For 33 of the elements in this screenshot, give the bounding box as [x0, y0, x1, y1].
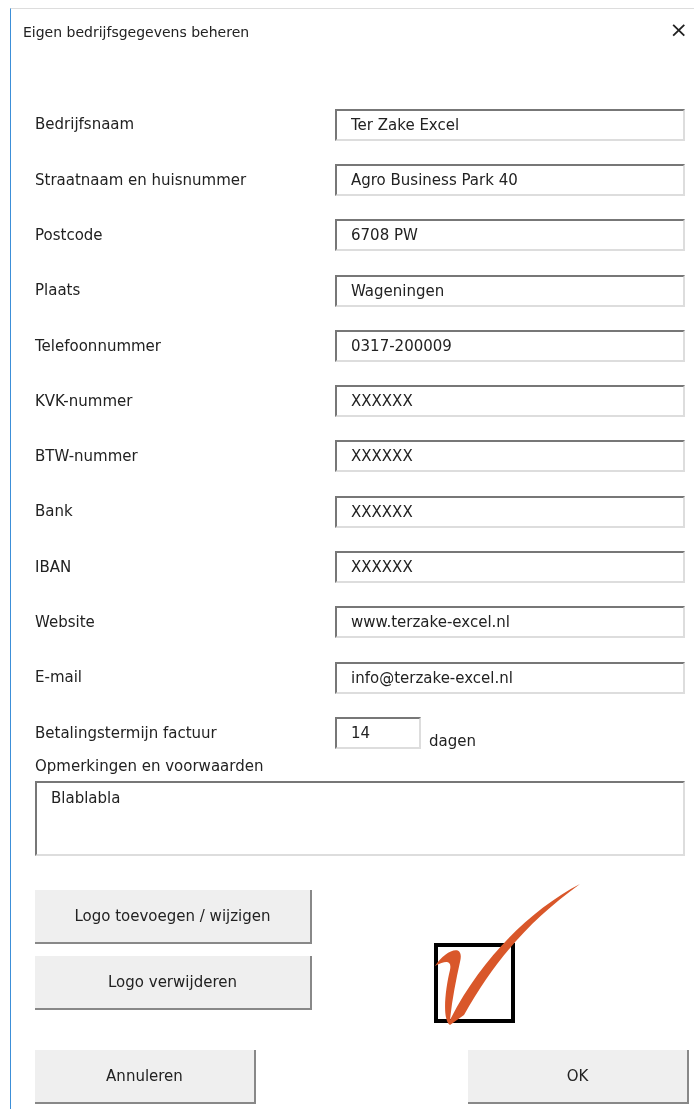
field-label: Bedrijfsnaam [35, 114, 136, 136]
input-field[interactable]: XXXXXX [335, 440, 685, 473]
field-label: Opmerkingen en voorwaarden [34, 755, 265, 777]
input-field[interactable]: 6708 PW [335, 219, 685, 252]
cancel-button[interactable]: Annuleren [35, 1050, 256, 1105]
logo-button[interactable]: Logo toevoegen / wijzigen [35, 890, 312, 945]
logo-button[interactable]: Logo verwijderen [35, 956, 312, 1011]
input-field[interactable]: XXXXXX [335, 385, 685, 418]
input-field[interactable]: Ter Zake Excel [335, 108, 685, 141]
field-label: Plaats [35, 280, 82, 302]
input-field[interactable]: XXXXXX [335, 495, 685, 528]
input-field[interactable]: Wageningen [335, 274, 685, 307]
field-label: Bank [35, 501, 74, 523]
close-button[interactable]: × [665, 19, 692, 41]
field-label: Straatnaam en huisnummer [35, 169, 248, 191]
remarks-field[interactable]: Blablabla [35, 781, 685, 857]
unit-label: dagen [429, 730, 476, 752]
input-field[interactable]: Agro Business Park 40 [335, 163, 685, 196]
field-label: Website [35, 612, 96, 634]
input-field[interactable]: info@terzake-excel.nl [335, 661, 685, 694]
field-label: E-mail [35, 667, 84, 689]
window-title: Eigen bedrijfsgegevens beheren [23, 24, 250, 40]
input-field[interactable]: www.terzake-excel.nl [335, 606, 685, 639]
input-field[interactable]: 0317-200009 [335, 329, 685, 362]
field-label: BTW-nummer [35, 446, 139, 468]
field-label: IBAN [35, 556, 73, 578]
field-label: Betalingstermijn factuur [35, 722, 218, 744]
input-field[interactable]: 14 [335, 716, 421, 749]
field-label: Postcode [35, 225, 104, 246]
ok-button[interactable]: OK [468, 1050, 689, 1105]
input-field[interactable]: XXXXXX [335, 551, 685, 583]
field-label: Telefoonnummer [35, 335, 162, 357]
field-label: KVK-nummer [35, 390, 134, 412]
